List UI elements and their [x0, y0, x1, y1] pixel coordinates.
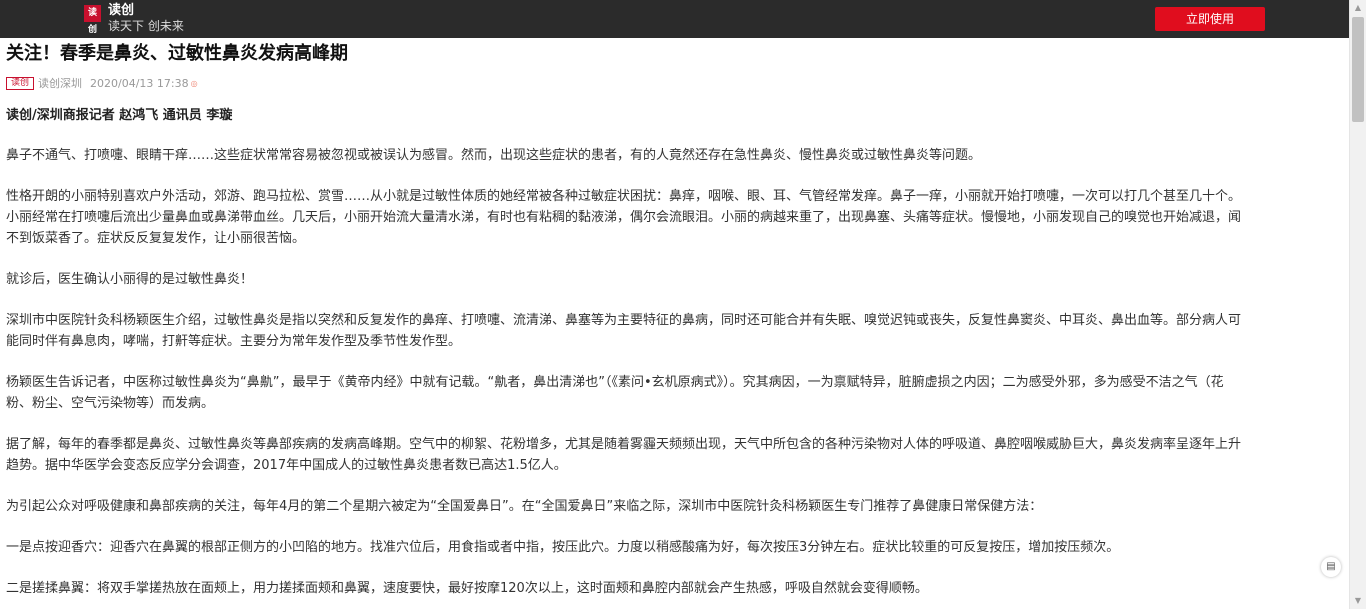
- paragraph-line: 一是点按迎香穴：迎香穴在鼻翼的根部正侧方的小凹陷的地方。找准穴位后，用食指或者中…: [6, 540, 1120, 555]
- paragraph-line: 深圳市中医院针灸科杨颖医生介绍，过敏性鼻炎是指以突然和反复发作的鼻痒、打喷嚏、流…: [6, 313, 1242, 328]
- article-meta: 读创 读创深圳 2020/04/13 17:38 ◎: [6, 73, 1343, 93]
- vertical-scrollbar[interactable]: ▲ ▼: [1349, 0, 1366, 609]
- article-content: 关注！春季是鼻炎、过敏性鼻炎发病高峰期 读创 读创深圳 2020/04/13 1…: [0, 38, 1349, 609]
- paragraph-line: 不到饭菜香了。症状反反复复发作，让小丽很苦恼。: [6, 231, 306, 246]
- scroll-thumb[interactable]: [1352, 17, 1364, 122]
- article-source[interactable]: 读创深圳: [38, 75, 82, 91]
- open-app-button[interactable]: 立即使用: [1155, 7, 1265, 31]
- scroll-down-arrow-icon[interactable]: ▼: [1350, 593, 1366, 609]
- paragraph-line: 性格开朗的小丽特别喜欢户外活动，郊游、跑马拉松、赏雪……从小就是过敏性体质的她经…: [6, 189, 1242, 204]
- paragraph-line: 小丽经常在打喷嚏后流出少量鼻血或鼻涕带血丝。几天后，小丽开始流大量清水涕，有时也…: [6, 210, 1242, 225]
- paragraph-line: 据了解，每年的春季都是鼻炎、过敏性鼻炎等鼻部疾病的发病高峰期。空气中的柳絮、花粉…: [6, 437, 1242, 452]
- article-body: 鼻子不通气、打喷嚏、眼睛干痒……这些症状常常容易被忽视或被误认为感冒。然而，出现…: [6, 145, 1343, 599]
- article-paragraph: 就诊后，医生确认小丽得的是过敏性鼻炎！: [6, 269, 1343, 290]
- scroll-up-arrow-icon[interactable]: ▲: [1350, 0, 1366, 16]
- comment-icon[interactable]: ▤: [1321, 557, 1341, 577]
- app-logo: 读创: [84, 5, 101, 35]
- article-datetime: 2020/04/13 17:38: [90, 76, 189, 90]
- article-paragraph: 深圳市中医院针灸科杨颖医生介绍，过敏性鼻炎是指以突然和反复发作的鼻痒、打喷嚏、流…: [6, 310, 1343, 352]
- article-byline: 读创/深圳商报记者 赵鸿飞 通讯员 李璇: [6, 108, 233, 123]
- app-slogan: 读天下 创未来: [108, 19, 184, 33]
- app-download-banner: 读创 读创 读天下 创未来 立即使用: [0, 0, 1349, 38]
- paragraph-line: 杨颖医生告诉记者，中医称过敏性鼻炎为“鼻鼽”，最早于《黄帝内经》中就有记载。“鼽…: [6, 375, 1224, 390]
- article-paragraph: 鼻子不通气、打喷嚏、眼睛干痒……这些症状常常容易被忽视或被误认为感冒。然而，出现…: [6, 145, 1343, 166]
- paragraph-line: 就诊后，医生确认小丽得的是过敏性鼻炎！: [6, 272, 254, 287]
- article-paragraph: 为引起公众对呼吸健康和鼻部疾病的关注，每年4月的第二个星期六被定为“全国爱鼻日”…: [6, 496, 1343, 517]
- paragraph-line: 能同时伴有鼻息肉，哮喘，打鼾等症状。主要分为常年发作型及季节性发作型。: [6, 334, 462, 349]
- article-paragraph: 杨颖医生告诉记者，中医称过敏性鼻炎为“鼻鼽”，最早于《黄帝内经》中就有记载。“鼽…: [6, 372, 1343, 414]
- article-paragraph: 一是点按迎香穴：迎香穴在鼻翼的根部正侧方的小凹陷的地方。找准穴位后，用食指或者中…: [6, 537, 1343, 558]
- article-paragraph: 性格开朗的小丽特别喜欢户外活动，郊游、跑马拉松、赏雪……从小就是过敏性体质的她经…: [6, 186, 1343, 249]
- source-logo: 读创: [6, 76, 34, 90]
- paragraph-line: 二是搓揉鼻翼：将双手掌搓热放在面颊上，用力搓揉面颊和鼻翼，速度要快，最好按摩12…: [6, 581, 928, 596]
- paragraph-line: 为引起公众对呼吸健康和鼻部疾病的关注，每年4月的第二个星期六被定为“全国爱鼻日”…: [6, 499, 1043, 514]
- article-title: 关注！春季是鼻炎、过敏性鼻炎发病高峰期: [6, 43, 348, 64]
- paragraph-line: 鼻子不通气、打喷嚏、眼睛干痒……这些症状常常容易被忽视或被误认为感冒。然而，出现…: [6, 148, 982, 163]
- article-paragraph: 据了解，每年的春季都是鼻炎、过敏性鼻炎等鼻部疾病的发病高峰期。空气中的柳絮、花粉…: [6, 434, 1343, 476]
- paragraph-line: 趋势。据中华医学会变态反应学分会调查，2017年中国成人的过敏性鼻炎患者数已高达…: [6, 458, 567, 473]
- link-icon[interactable]: ◎: [191, 79, 198, 88]
- article-paragraph: 二是搓揉鼻翼：将双手掌搓热放在面颊上，用力搓揉面颊和鼻翼，速度要快，最好按摩12…: [6, 578, 1343, 599]
- paragraph-line: 粉、粉尘、空气污染物等）而发病。: [6, 396, 215, 411]
- app-name: 读创: [108, 3, 135, 18]
